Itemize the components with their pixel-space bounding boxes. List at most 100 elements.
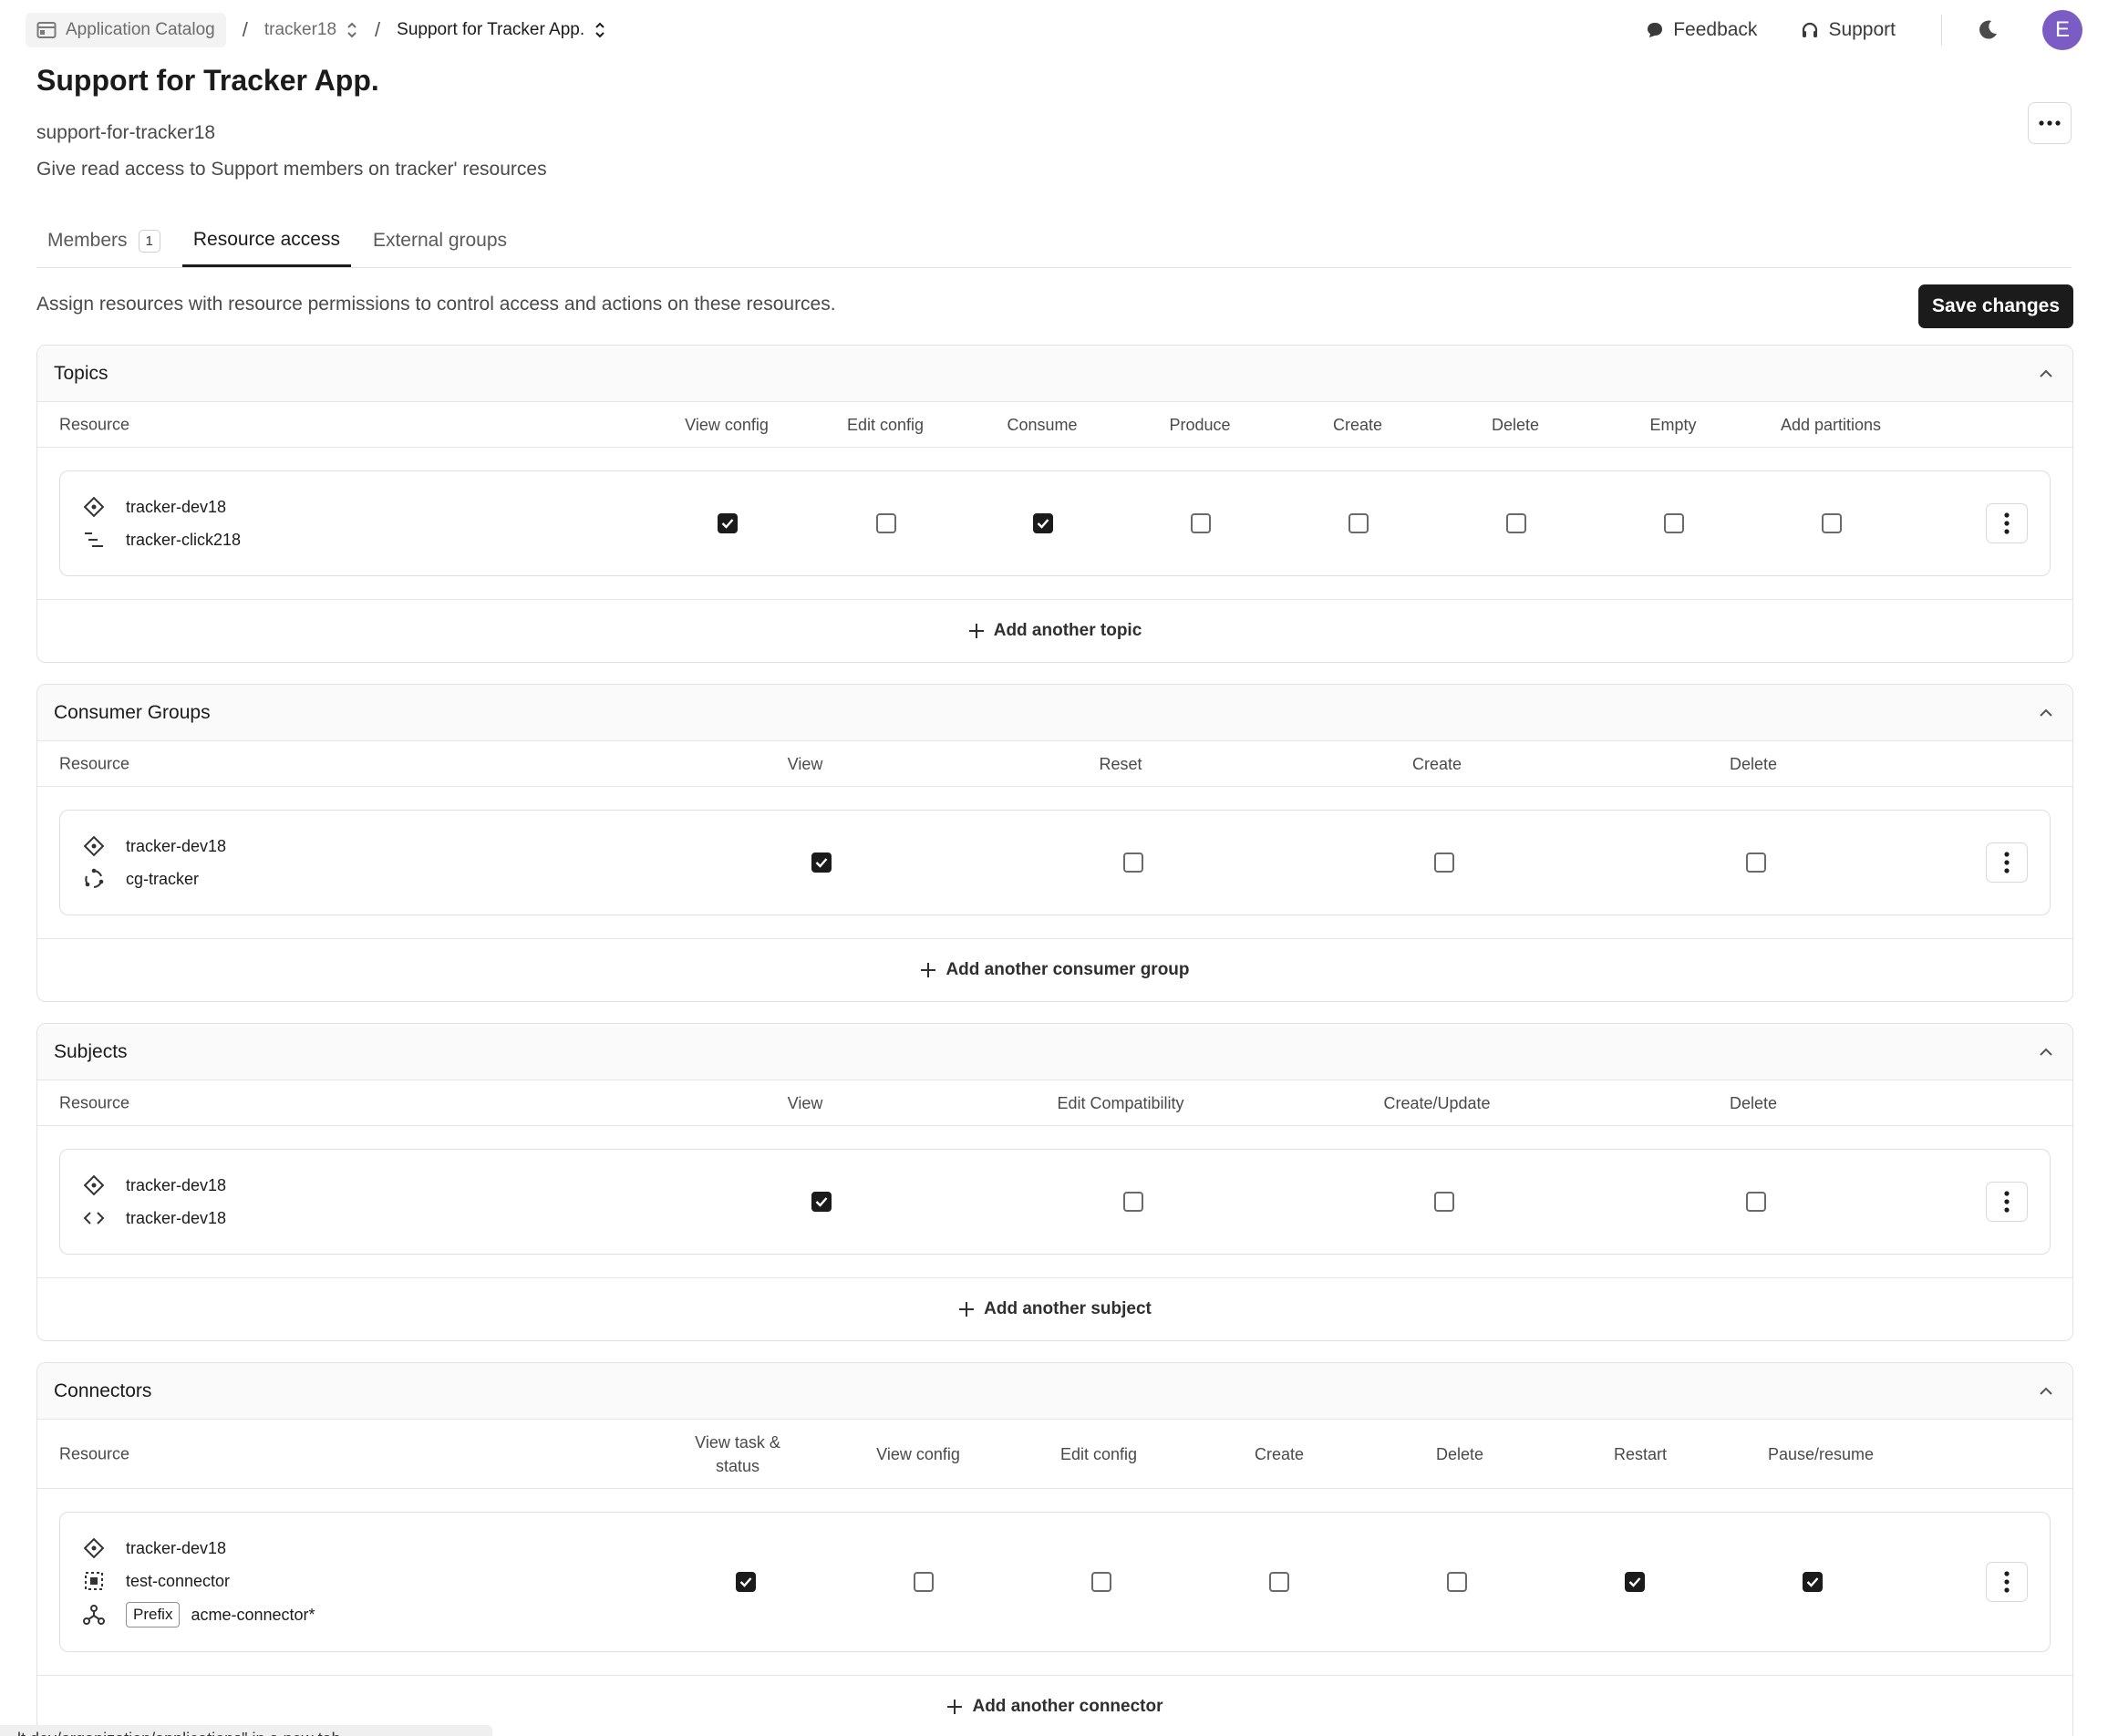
feedback-button[interactable]: Feedback xyxy=(1646,19,1757,41)
permission-checkbox-delete[interactable] xyxy=(1746,1192,1766,1212)
permission-checkbox-create[interactable] xyxy=(1348,513,1369,533)
resource-cluster-name: tracker-dev18 xyxy=(126,1175,227,1194)
breadcrumb-item-catalog[interactable]: Application Catalog xyxy=(26,13,226,47)
column-header: Reset xyxy=(1099,754,1142,773)
column-header: View xyxy=(787,1093,823,1112)
resource-connector-name: acme-connector* xyxy=(191,1605,315,1624)
permission-checkbox-add-partitions[interactable] xyxy=(1822,513,1842,533)
cluster-icon xyxy=(84,1175,104,1195)
permission-checkbox-consume[interactable] xyxy=(1033,513,1053,533)
column-header-resource: Resource xyxy=(59,754,130,772)
row-actions-button[interactable] xyxy=(1986,842,2028,883)
permission-checkbox-delete[interactable] xyxy=(1506,513,1526,533)
permission-checkbox-delete[interactable] xyxy=(1746,852,1766,873)
permission-checkbox-pause-resume[interactable] xyxy=(1803,1572,1823,1592)
tab-members[interactable]: Members 1 xyxy=(36,214,171,267)
column-header: Empty xyxy=(1649,415,1697,434)
breadcrumb-item-current[interactable]: Support for Tracker App. xyxy=(397,20,606,40)
code-icon xyxy=(83,1212,105,1224)
permission-checkbox-empty[interactable] xyxy=(1664,513,1684,533)
permission-checkbox-create[interactable] xyxy=(1434,852,1454,873)
permission-checkbox-view[interactable] xyxy=(811,1192,832,1212)
permission-checkbox-view-config[interactable] xyxy=(718,513,738,533)
column-header: Edit config xyxy=(846,415,925,434)
tab-bar: Members 1 Resource access External group… xyxy=(36,215,2072,268)
feedback-label: Feedback xyxy=(1673,19,1758,40)
row-actions-button[interactable] xyxy=(1986,1562,2028,1602)
avatar[interactable]: E xyxy=(2042,10,2082,50)
add-consumer-group-button[interactable]: Add another consumer group xyxy=(37,939,2072,1001)
resource-line: test-connector xyxy=(82,1569,230,1593)
top-actions: Feedback Support E xyxy=(1602,10,2082,50)
permission-checkbox-create[interactable] xyxy=(1269,1572,1289,1592)
permission-checkbox-delete[interactable] xyxy=(1447,1572,1467,1592)
catalog-icon xyxy=(36,22,57,38)
cluster-icon xyxy=(84,497,104,517)
row-actions-button[interactable] xyxy=(1986,503,2028,543)
column-header-resource: Resource xyxy=(59,1444,130,1462)
moon-icon[interactable] xyxy=(1975,17,2000,43)
section-title: Consumer Groups xyxy=(54,701,211,723)
resource-cluster-name: tracker-dev18 xyxy=(126,1538,227,1557)
support-button[interactable]: Support xyxy=(1801,19,1896,41)
resource-access-intro: Assign resources with resource permissio… xyxy=(36,294,836,315)
permission-checkbox-edit-config[interactable] xyxy=(1091,1572,1111,1592)
permission-checkbox-edit-config[interactable] xyxy=(876,513,896,533)
chevron-up-icon[interactable] xyxy=(2036,1042,2056,1062)
chevron-up-down-icon xyxy=(347,22,356,38)
save-changes-button[interactable]: Save changes xyxy=(1918,284,2073,328)
permission-checkbox-view-config[interactable] xyxy=(914,1572,934,1592)
plus-icon xyxy=(947,1700,963,1714)
column-header: Restart xyxy=(1613,1444,1668,1463)
permission-checkbox-create-update[interactable] xyxy=(1434,1192,1454,1212)
consumer-group-icon xyxy=(85,868,104,888)
table-row: tracker-dev18 test-connector Prefix acme… xyxy=(59,1512,2051,1652)
section-header[interactable]: Subjects xyxy=(37,1024,2072,1080)
chevron-up-icon[interactable] xyxy=(2036,703,2056,723)
resource-topic-name: tracker-click218 xyxy=(126,530,242,549)
add-topic-button[interactable]: Add another topic xyxy=(37,600,2072,662)
breadcrumb-separator: / xyxy=(375,18,381,41)
tab-resource-access[interactable]: Resource access xyxy=(181,214,351,267)
vertical-ellipsis-icon xyxy=(2004,512,2010,534)
subjects-section: Subjects Resource View Edit Compatibilit… xyxy=(36,1023,2073,1341)
row-actions-button[interactable] xyxy=(1986,1182,2028,1222)
breadcrumb-item-cluster[interactable]: tracker18 xyxy=(264,20,358,40)
column-header: Create/Update xyxy=(1383,1093,1491,1112)
resource-cluster-name: tracker-dev18 xyxy=(126,836,227,855)
more-options-button[interactable] xyxy=(2028,102,2072,144)
table-row: tracker-dev18 tracker-click218 xyxy=(59,470,2051,576)
topic-icon xyxy=(85,532,103,547)
consumer-groups-section: Consumer Groups Resource View Reset Crea… xyxy=(36,684,2073,1002)
cluster-icon xyxy=(84,1538,104,1558)
section-header[interactable]: Consumer Groups xyxy=(37,685,2072,741)
column-header: Delete xyxy=(1729,754,1778,773)
table-row-container: tracker-dev18 cg-tracker xyxy=(37,787,2072,939)
column-header: View task & status xyxy=(695,1432,780,1475)
chat-bubble-icon xyxy=(1648,23,1663,37)
permission-checkbox-view[interactable] xyxy=(811,852,832,873)
add-label: Add another connector xyxy=(972,1697,1163,1716)
permission-checkbox-view-task-status[interactable] xyxy=(736,1572,756,1592)
vertical-ellipsis-icon xyxy=(2004,1571,2010,1593)
chevron-up-icon[interactable] xyxy=(2036,1381,2056,1401)
section-header[interactable]: Topics xyxy=(37,346,2072,402)
tab-external-groups[interactable]: External groups xyxy=(362,214,518,267)
permission-checkbox-produce[interactable] xyxy=(1191,513,1211,533)
column-header: Edit Compatibility xyxy=(1057,1093,1184,1112)
add-subject-button[interactable]: Add another subject xyxy=(37,1278,2072,1340)
chevron-up-icon[interactable] xyxy=(2036,364,2056,384)
resource-line: tracker-click218 xyxy=(82,528,241,552)
column-header: Create xyxy=(1254,1444,1305,1463)
permission-checkbox-reset[interactable] xyxy=(1123,852,1143,873)
group-slug: support-for-tracker18 xyxy=(36,122,216,143)
column-header: View config xyxy=(876,1444,960,1463)
permission-checkbox-restart[interactable] xyxy=(1625,1572,1645,1592)
permission-checkbox-edit-compatibility[interactable] xyxy=(1123,1192,1143,1212)
section-header[interactable]: Connectors xyxy=(37,1363,2072,1420)
column-header: Edit config xyxy=(1059,1444,1138,1463)
column-header: View xyxy=(787,754,823,773)
tab-label: Members xyxy=(47,230,128,251)
prefix-badge: Prefix xyxy=(126,1602,181,1628)
breadcrumb-separator: / xyxy=(242,18,248,41)
